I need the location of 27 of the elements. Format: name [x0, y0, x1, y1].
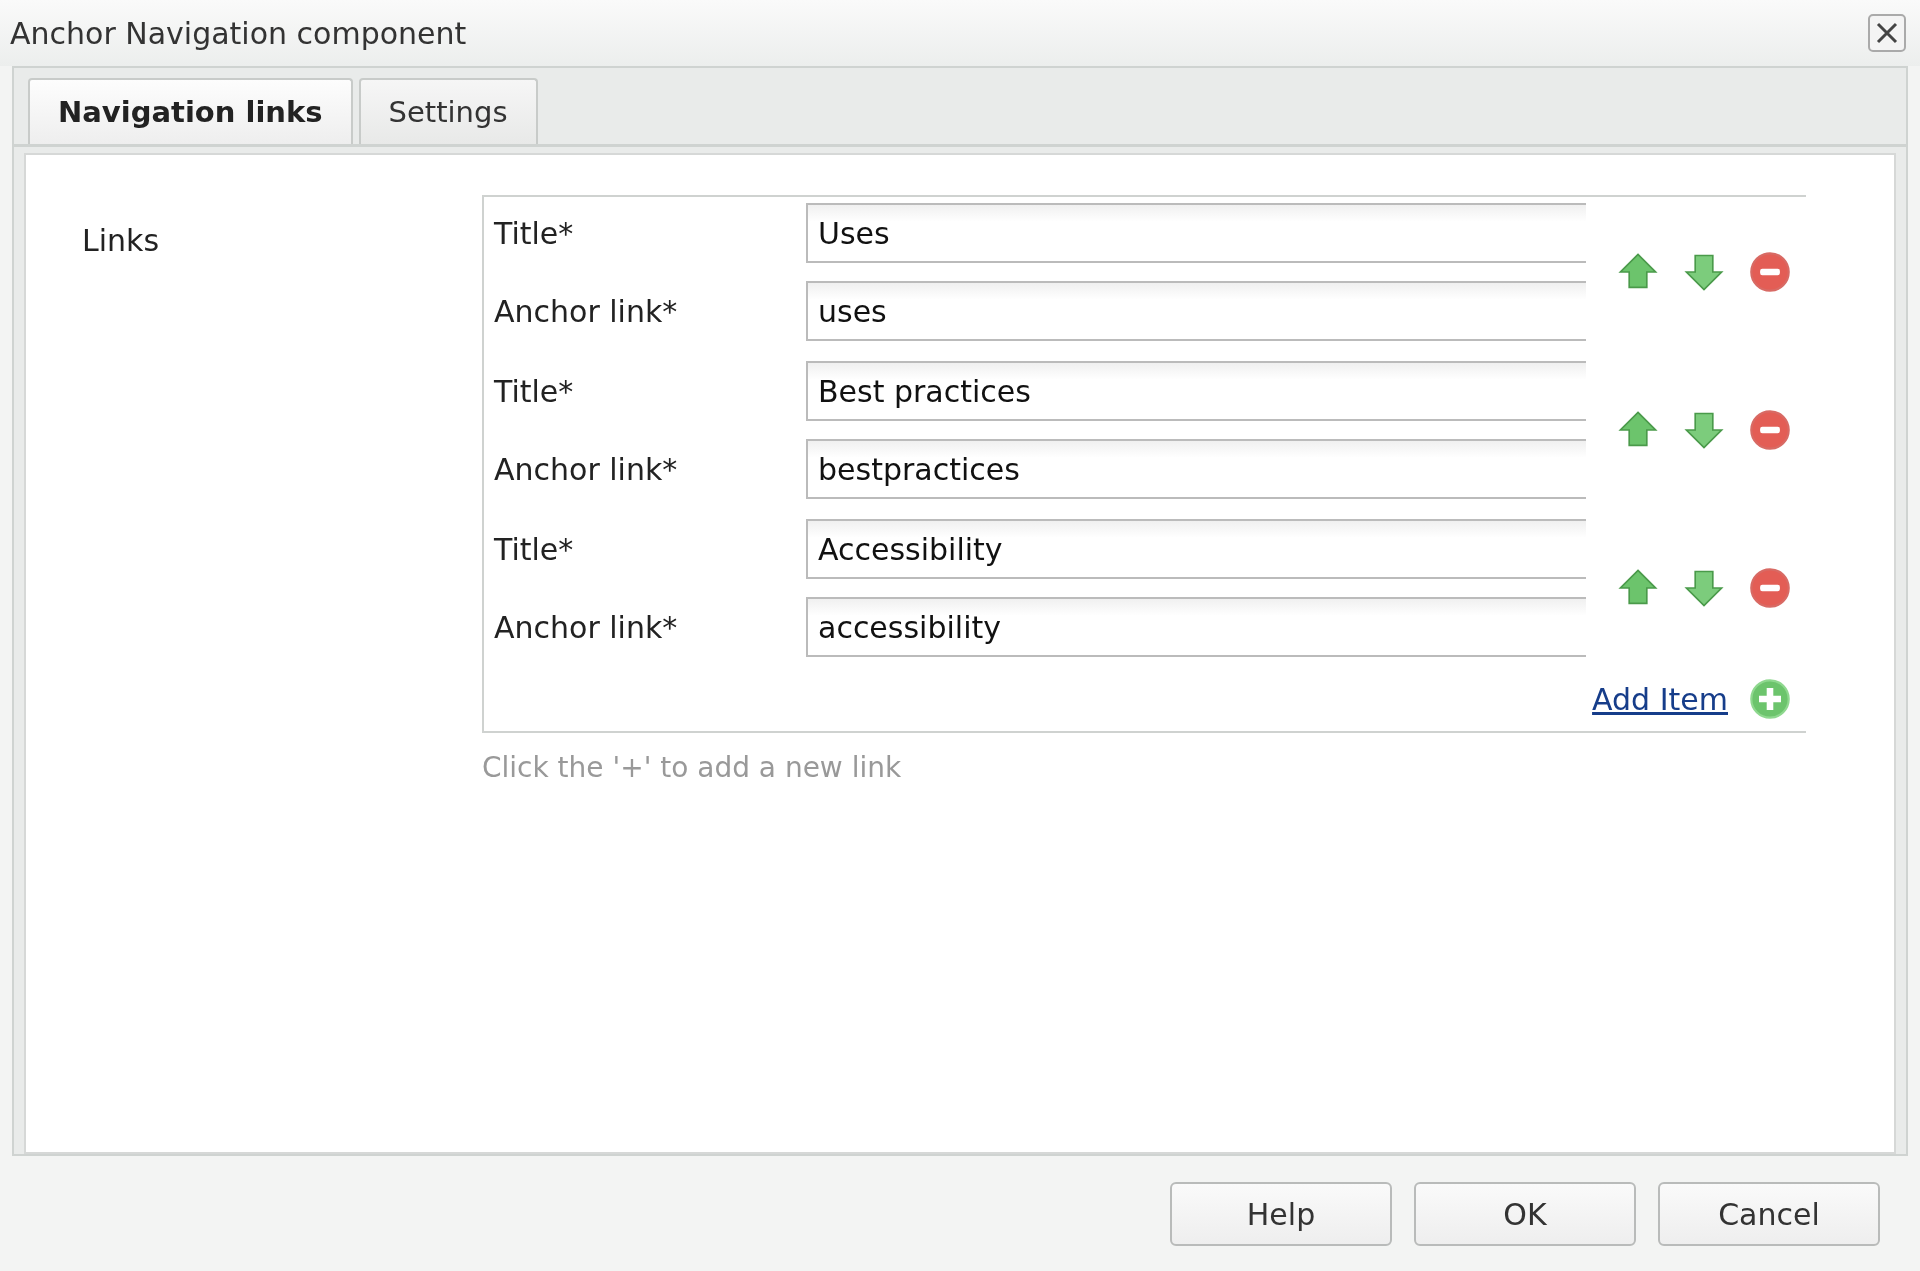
remove-icon[interactable] [1748, 250, 1792, 294]
field-label: Anchor link* [493, 609, 679, 645]
field-label: Anchor link* [493, 451, 679, 487]
field-label: Title* [493, 373, 575, 409]
window-title: Anchor Navigation component [10, 15, 467, 51]
input-field[interactable]: bestpractices [806, 439, 1586, 499]
field-label: Anchor link* [493, 293, 679, 329]
add-item-link[interactable]: Add Item [1592, 681, 1728, 717]
close-button[interactable] [1868, 14, 1906, 52]
close-icon [1874, 20, 1900, 46]
dialog-button[interactable]: OK [1414, 1182, 1636, 1246]
tab[interactable]: Navigation links [28, 78, 353, 144]
input-field[interactable]: accessibility [806, 597, 1586, 657]
input-field[interactable]: uses [806, 281, 1586, 341]
field-label: Links [81, 222, 161, 258]
input-field[interactable]: Accessibility [806, 519, 1586, 579]
dialog-button[interactable]: Help [1170, 1182, 1392, 1246]
hint-text: Click the '+' to add a new link [482, 751, 903, 784]
tab[interactable]: Settings [358, 78, 538, 144]
field-label: Title* [493, 531, 575, 567]
remove-icon[interactable] [1748, 566, 1792, 610]
add-icon[interactable] [1748, 677, 1792, 721]
input-field[interactable]: Uses [806, 203, 1586, 263]
field-label: Title* [493, 215, 575, 251]
input-field[interactable]: Best practices [806, 361, 1586, 421]
dialog-button[interactable]: Cancel [1658, 1182, 1880, 1246]
remove-icon[interactable] [1748, 408, 1792, 452]
